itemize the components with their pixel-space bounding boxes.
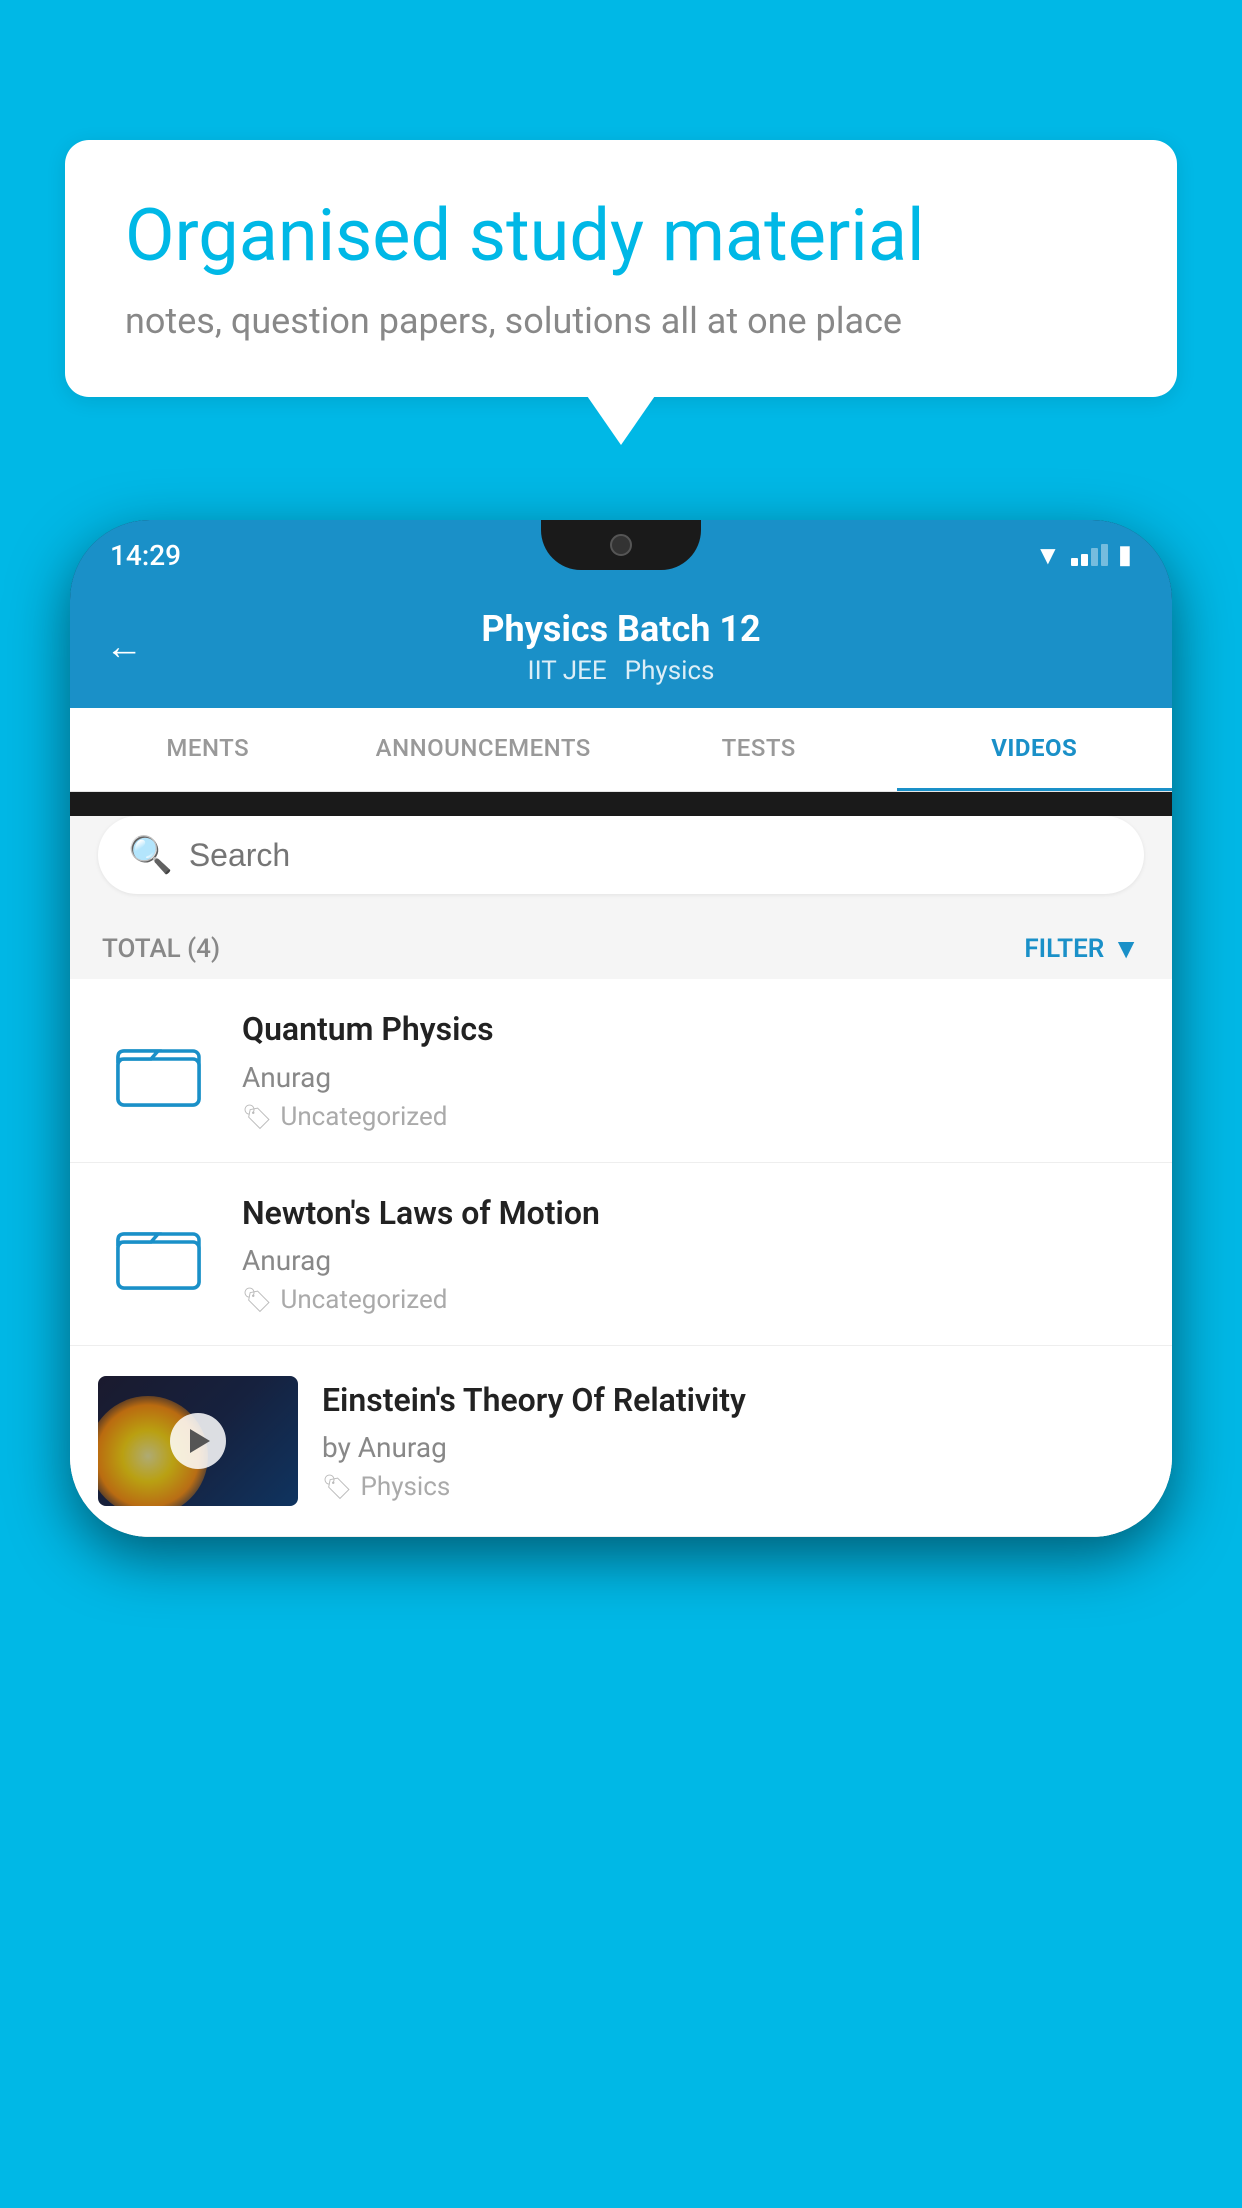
- folder-thumbnail: [98, 1020, 218, 1120]
- filter-icon: ▼: [1112, 932, 1140, 965]
- filter-bar: TOTAL (4) FILTER ▼: [70, 918, 1172, 979]
- tab-announcements[interactable]: ANNOUNCEMENTS: [346, 708, 622, 791]
- status-time: 14:29: [110, 539, 181, 572]
- video-info: Quantum Physics Anurag 🏷 Uncategorized: [242, 1009, 1144, 1132]
- screen-content: 🔍 TOTAL (4) FILTER ▼: [70, 816, 1172, 1537]
- back-button[interactable]: ←: [105, 625, 143, 669]
- tag-icon: 🏷: [242, 1286, 272, 1314]
- app-header: ← Physics Batch 12 IIT JEE Physics: [70, 590, 1172, 708]
- speech-bubble-container: Organised study material notes, question…: [65, 140, 1177, 397]
- search-icon: 🔍: [128, 834, 173, 876]
- speech-bubble-subtext: notes, question papers, solutions all at…: [125, 300, 1117, 342]
- filter-button[interactable]: FILTER ▼: [1024, 932, 1140, 965]
- video-tag: 🏷 Uncategorized: [242, 1102, 1144, 1132]
- batch-subtitle-2: Physics: [625, 656, 715, 686]
- video-author: Anurag: [242, 1244, 1144, 1277]
- tag-label: Physics: [360, 1472, 450, 1502]
- search-bar[interactable]: 🔍: [98, 816, 1144, 894]
- video-author: by Anurag: [322, 1431, 1144, 1464]
- list-item[interactable]: Newton's Laws of Motion Anurag 🏷 Uncateg…: [70, 1163, 1172, 1347]
- phone-mockup: 14:29 ▼ ▮ ← Physics Batch 12 IIT JEE Phy…: [70, 520, 1172, 1537]
- list-item[interactable]: Quantum Physics Anurag 🏷 Uncategorized: [70, 979, 1172, 1163]
- tag-label: Uncategorized: [280, 1102, 447, 1132]
- batch-title: Physics Batch 12: [481, 608, 760, 650]
- list-item[interactable]: Einstein's Theory Of Relativity by Anura…: [70, 1346, 1172, 1537]
- search-input[interactable]: [189, 837, 1114, 874]
- filter-label: FILTER: [1024, 934, 1104, 964]
- tab-tests[interactable]: TESTS: [621, 708, 897, 791]
- video-list: Quantum Physics Anurag 🏷 Uncategorized: [70, 979, 1172, 1537]
- notch: [541, 520, 701, 570]
- video-title: Newton's Laws of Motion: [242, 1193, 1144, 1235]
- play-icon: [190, 1429, 210, 1453]
- speech-bubble-headline: Organised study material: [125, 195, 1117, 278]
- folder-icon: [116, 1216, 201, 1291]
- speech-bubble: Organised study material notes, question…: [65, 140, 1177, 397]
- tag-label: Uncategorized: [280, 1285, 447, 1315]
- video-info: Einstein's Theory Of Relativity by Anura…: [322, 1380, 1144, 1503]
- front-camera: [610, 534, 632, 556]
- batch-subtitle-1: IIT JEE: [528, 656, 607, 686]
- total-count: TOTAL (4): [102, 934, 220, 964]
- header-subtitle: IIT JEE Physics: [481, 656, 760, 686]
- phone-wrapper: 14:29 ▼ ▮ ← Physics Batch 12 IIT JEE Phy…: [70, 520, 1172, 2208]
- tag-icon: 🏷: [322, 1473, 352, 1501]
- wifi-icon: ▼: [1035, 540, 1061, 571]
- signal-bars-icon: [1071, 544, 1108, 566]
- video-title: Quantum Physics: [242, 1009, 1144, 1051]
- status-bar: 14:29 ▼ ▮: [70, 520, 1172, 590]
- battery-icon: ▮: [1118, 540, 1132, 570]
- video-tag: 🏷 Uncategorized: [242, 1285, 1144, 1315]
- folder-thumbnail: [98, 1204, 218, 1304]
- folder-icon: [116, 1033, 201, 1108]
- header-title-group: Physics Batch 12 IIT JEE Physics: [481, 608, 760, 686]
- video-thumbnail: [98, 1376, 298, 1506]
- tab-videos[interactable]: VIDEOS: [897, 708, 1173, 791]
- video-author: Anurag: [242, 1061, 1144, 1094]
- tab-ments[interactable]: MENTS: [70, 708, 346, 791]
- status-icons: ▼ ▮: [1035, 540, 1132, 571]
- play-button[interactable]: [170, 1413, 226, 1469]
- video-info: Newton's Laws of Motion Anurag 🏷 Uncateg…: [242, 1193, 1144, 1316]
- video-tag: 🏷 Physics: [322, 1472, 1144, 1502]
- tab-bar: MENTS ANNOUNCEMENTS TESTS VIDEOS: [70, 708, 1172, 792]
- tag-icon: 🏷: [242, 1103, 272, 1131]
- video-title: Einstein's Theory Of Relativity: [322, 1380, 1144, 1422]
